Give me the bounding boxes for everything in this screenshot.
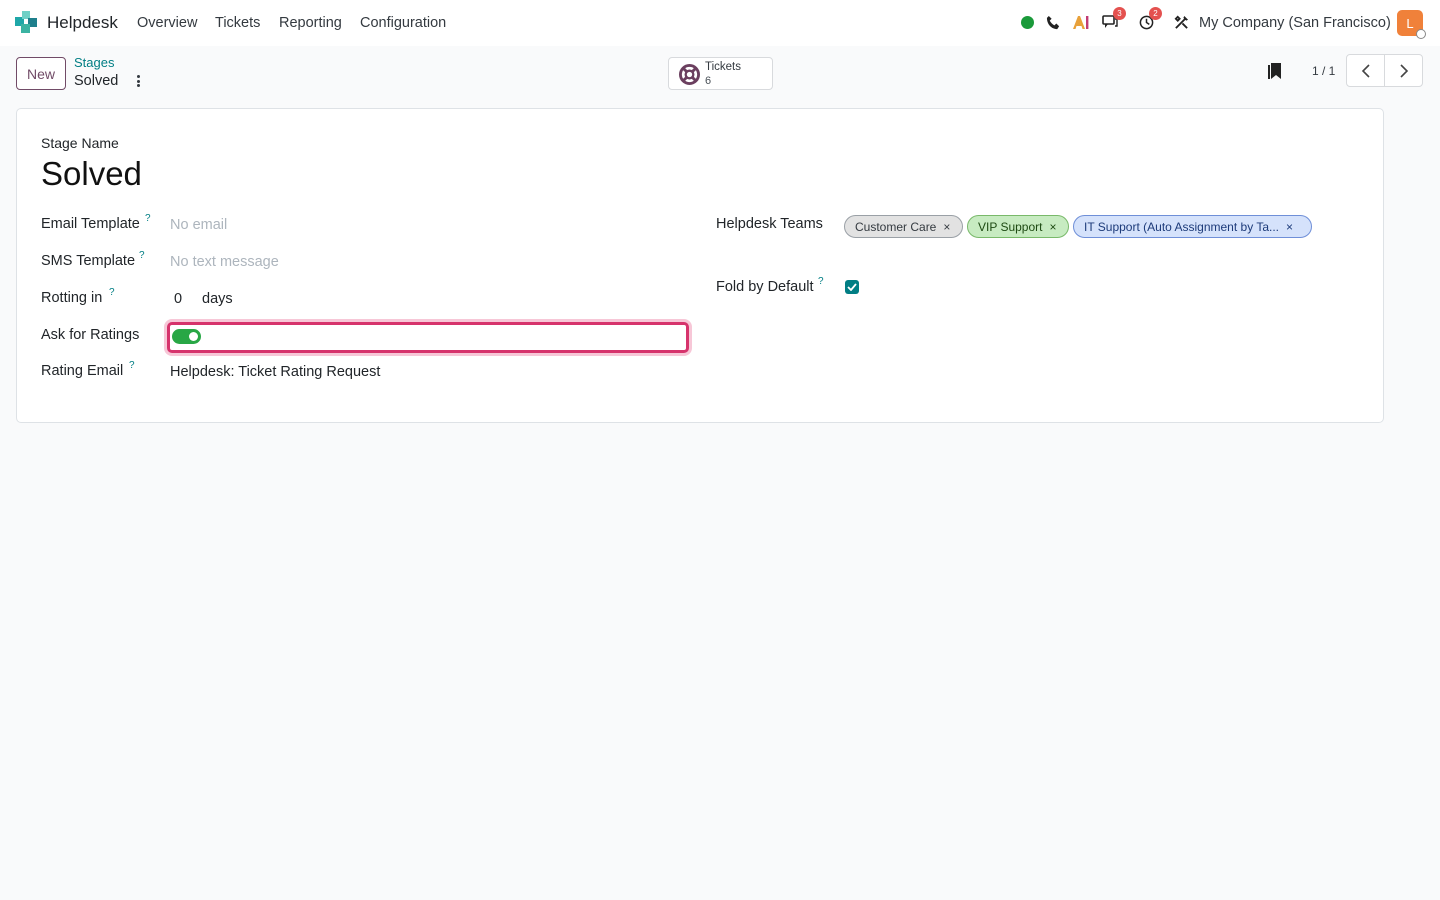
team-tag-vip-support: VIP Support ×: [967, 215, 1069, 238]
remove-tag-icon[interactable]: ×: [1286, 220, 1293, 234]
fold-by-default-checkbox[interactable]: [845, 280, 859, 294]
menu-configuration[interactable]: Configuration: [360, 15, 446, 31]
activity-badge: 2: [1149, 7, 1162, 20]
top-navbar: Helpdesk Overview Tickets Reporting Conf…: [0, 0, 1440, 46]
remove-tag-icon[interactable]: ×: [943, 220, 950, 234]
fold-by-default-label: Fold by Default: [716, 279, 814, 295]
team-tag-customer-care: Customer Care ×: [844, 215, 963, 238]
rotting-label: Rotting in: [41, 290, 103, 306]
pager-value[interactable]: 1 / 1: [1312, 64, 1335, 78]
phone-icon[interactable]: [1043, 12, 1063, 32]
life-ring-icon: [679, 64, 700, 85]
smart-button-label: Tickets: [705, 61, 741, 73]
rotting-help-icon[interactable]: ?: [109, 287, 115, 298]
helpdesk-app-icon[interactable]: [15, 11, 37, 33]
chevron-left-icon: [1361, 63, 1370, 78]
email-template-help-icon[interactable]: ?: [145, 213, 151, 224]
debug-tools-icon[interactable]: [1171, 12, 1191, 32]
avatar-initial: L: [1406, 15, 1414, 31]
tickets-smart-button[interactable]: Tickets 6: [668, 57, 773, 90]
rotting-days-input[interactable]: 0: [174, 291, 182, 307]
smart-button-count: 6: [705, 75, 712, 87]
chat-badge: 3: [1113, 7, 1126, 20]
stage-name-input[interactable]: Solved: [41, 155, 142, 193]
actions-menu-icon[interactable]: [133, 73, 143, 89]
rotting-unit: days: [202, 291, 233, 307]
remove-tag-icon[interactable]: ×: [1050, 220, 1057, 234]
menu-overview[interactable]: Overview: [137, 15, 197, 31]
ask-ratings-field[interactable]: [167, 322, 689, 353]
breadcrumb-current: Solved: [74, 73, 119, 89]
helpdesk-teams-label: Helpdesk Teams: [716, 216, 823, 232]
chevron-right-icon: [1399, 63, 1408, 78]
sms-template-help-icon[interactable]: ?: [139, 250, 145, 261]
menu-tickets[interactable]: Tickets: [215, 15, 260, 31]
presence-status-icon[interactable]: [1017, 12, 1037, 32]
sms-template-field[interactable]: No text message: [170, 254, 279, 270]
avatar-status-icon: [1416, 29, 1426, 39]
ask-ratings-label: Ask for Ratings: [41, 327, 140, 343]
form-sheet: Stage Name Solved Email Template ? No em…: [16, 108, 1384, 423]
app-name[interactable]: Helpdesk: [47, 13, 118, 33]
new-button[interactable]: New: [16, 57, 66, 90]
pager-next-button[interactable]: [1384, 54, 1423, 87]
team-tag-label: Customer Care: [855, 219, 937, 234]
menu-reporting[interactable]: Reporting: [279, 15, 342, 31]
ask-ratings-toggle[interactable]: [172, 329, 201, 344]
company-switcher[interactable]: My Company (San Francisco): [1199, 15, 1391, 31]
pager-previous-button[interactable]: [1346, 54, 1385, 87]
team-tag-label: VIP Support: [978, 219, 1043, 234]
rating-email-help-icon[interactable]: ?: [129, 360, 135, 371]
email-template-field[interactable]: No email: [170, 217, 227, 233]
chat-icon[interactable]: 3: [1100, 7, 1126, 32]
user-avatar[interactable]: L: [1397, 10, 1426, 39]
team-tag-label: IT Support (Auto Assignment by Ta...: [1084, 219, 1279, 234]
fold-by-default-help-icon[interactable]: ?: [818, 276, 824, 287]
bookmark-icon[interactable]: [1266, 61, 1284, 81]
activity-clock-icon[interactable]: 2: [1136, 7, 1162, 32]
email-template-label: Email Template: [41, 216, 140, 232]
team-tag-it-support: IT Support (Auto Assignment by Ta... ×: [1073, 215, 1312, 238]
rating-email-field[interactable]: Helpdesk: Ticket Rating Request: [170, 364, 380, 380]
stage-name-label: Stage Name: [41, 135, 119, 151]
breadcrumb-stages[interactable]: Stages: [74, 55, 114, 70]
sms-template-label: SMS Template: [41, 253, 136, 269]
rating-email-label: Rating Email: [41, 363, 124, 379]
check-icon: [847, 283, 857, 291]
ai-icon[interactable]: [1071, 12, 1091, 32]
